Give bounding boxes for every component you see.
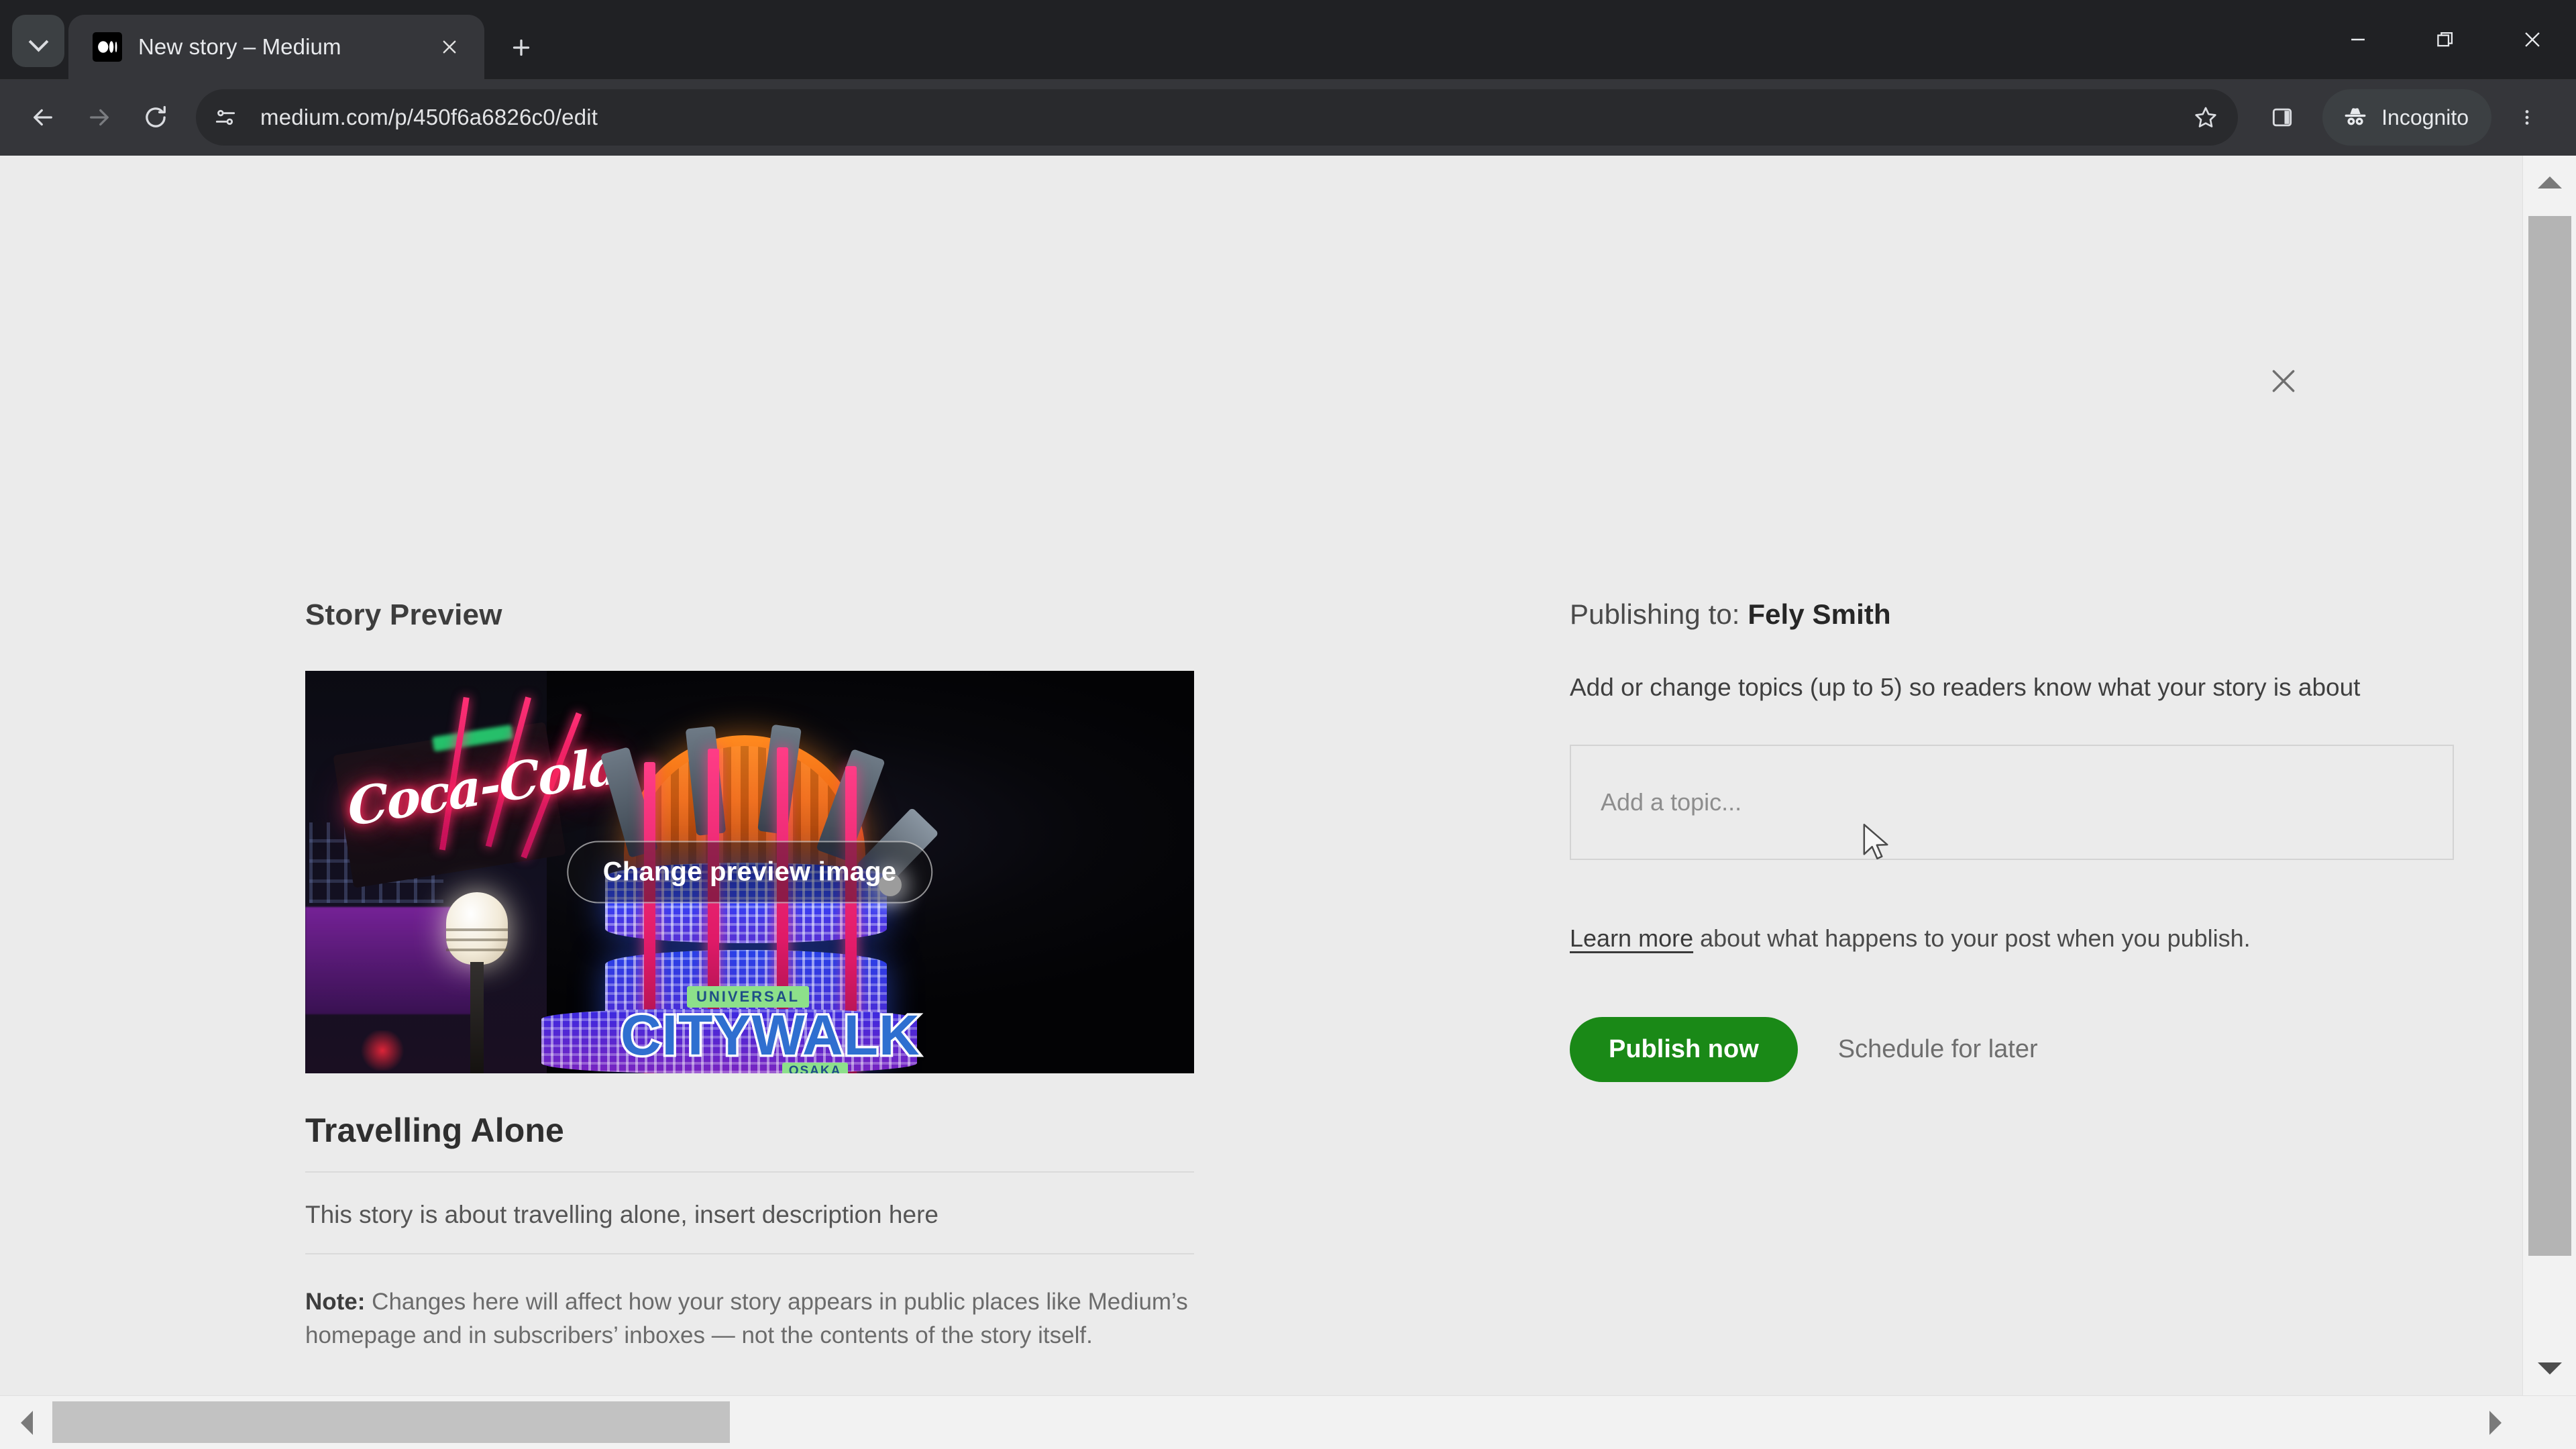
dialog-close-button[interactable] xyxy=(2259,357,2308,405)
osaka-label: OSAKA xyxy=(782,1062,849,1073)
close-icon xyxy=(2272,370,2295,392)
page-viewport: Story Preview Coca-Cola UNIVERSAL CITYWA… xyxy=(0,156,2576,1449)
reload-button[interactable] xyxy=(127,89,184,146)
street-lamp xyxy=(437,892,517,1073)
window-restore-button[interactable] xyxy=(2402,0,2489,79)
publication-name: Fely Smith xyxy=(1748,598,1891,630)
topics-help-text: Add or change topics (up to 5) so reader… xyxy=(1570,674,2361,701)
window-close-button[interactable] xyxy=(2489,0,2576,79)
side-panel-icon xyxy=(2273,108,2292,127)
publish-now-button[interactable]: Publish now xyxy=(1570,1016,1798,1082)
arrow-right-icon xyxy=(90,109,109,126)
publishing-to-line: Publishing to: Fely Smith xyxy=(1570,598,2462,631)
address-bar[interactable]: medium.com/p/450f6a6826c0/edit xyxy=(196,89,2239,146)
horizontal-scroll-thumb[interactable] xyxy=(52,1401,730,1443)
browser-window: New story – Medium medium.com/p/450f6a68… xyxy=(0,0,2576,1449)
learn-more-link[interactable]: Learn more xyxy=(1570,924,1693,952)
forward-button[interactable] xyxy=(71,89,127,146)
preview-image[interactable]: Coca-Cola UNIVERSAL CITYWALK OSAKA Chang… xyxy=(305,671,1194,1073)
window-controls xyxy=(2314,0,2576,79)
lamp-post xyxy=(470,962,484,1073)
window-minimize-button[interactable] xyxy=(2314,0,2402,79)
change-preview-image-button[interactable]: Change preview image xyxy=(566,841,933,904)
note-text: Note: Changes here will affect how your … xyxy=(305,1285,1194,1352)
triangle-left-icon xyxy=(21,1411,33,1435)
minimize-icon xyxy=(2351,38,2365,41)
scroll-down-button[interactable] xyxy=(2523,1342,2576,1395)
publish-settings-dialog: Story Preview Coca-Cola UNIVERSAL CITYWA… xyxy=(0,156,2522,1403)
incognito-indicator[interactable]: Incognito xyxy=(2322,89,2491,146)
incognito-label: Incognito xyxy=(2381,105,2469,129)
vertical-scrollbar[interactable] xyxy=(2522,156,2576,1449)
omnibox-actions xyxy=(2180,92,2231,143)
triangle-right-icon xyxy=(2489,1411,2502,1435)
lamp-globe xyxy=(446,892,508,965)
tab-title: New story – Medium xyxy=(138,34,341,59)
browser-tab-active[interactable]: New story – Medium xyxy=(68,15,484,79)
medium-logo-icon xyxy=(93,32,122,62)
reload-icon xyxy=(146,105,166,127)
publishing-to-prefix: Publishing to: xyxy=(1570,598,1748,630)
schedule-for-later-button[interactable]: Schedule for later xyxy=(1838,1035,2038,1064)
tab-strip: New story – Medium xyxy=(0,0,2576,79)
new-tab-button[interactable] xyxy=(498,24,545,71)
triangle-down-icon xyxy=(2538,1362,2562,1375)
chrome-menu-button[interactable] xyxy=(2501,91,2553,144)
tab-search-button[interactable] xyxy=(12,15,64,67)
learn-more-rest: about what happens to your post when you… xyxy=(1693,924,2251,952)
publish-options-column: Publishing to: Fely Smith Add or change … xyxy=(1570,598,2462,1352)
citywalk-sign: UNIVERSAL CITYWALK OSAKA xyxy=(619,986,922,1073)
story-title-field[interactable]: Travelling Alone xyxy=(305,1111,1194,1173)
horizontal-scrollbar[interactable] xyxy=(0,1395,2576,1449)
bookmark-star-icon[interactable] xyxy=(2180,92,2231,143)
note-label: Note: xyxy=(305,1289,366,1315)
browser-toolbar: medium.com/p/450f6a6826c0/edit Incognito xyxy=(0,79,2576,156)
red-light-blob xyxy=(359,1030,406,1071)
restore-icon xyxy=(2437,32,2453,47)
story-preview-column: Story Preview Coca-Cola UNIVERSAL CITYWA… xyxy=(305,598,1194,1352)
tab-close-icon[interactable] xyxy=(432,30,467,64)
learn-more-row: Learn more about what happens to your po… xyxy=(1570,924,2462,953)
incognito-icon xyxy=(2345,108,2366,125)
note-body: Changes here will affect how your story … xyxy=(305,1289,1188,1348)
vertical-scroll-thumb[interactable] xyxy=(2528,216,2571,1256)
chevron-down-icon xyxy=(30,32,47,50)
url-text[interactable]: medium.com/p/450f6a6826c0/edit xyxy=(260,105,2180,130)
story-preview-heading: Story Preview xyxy=(305,598,502,631)
topic-placeholder: Add a topic... xyxy=(1601,788,1742,816)
arrow-left-icon xyxy=(34,109,52,126)
plus-icon xyxy=(513,39,530,56)
side-panel-button[interactable] xyxy=(2255,91,2309,144)
site-settings-icon[interactable] xyxy=(201,93,250,142)
topic-input[interactable]: Add a topic... xyxy=(1570,744,2454,860)
close-icon xyxy=(2525,32,2540,47)
more-vertical-icon xyxy=(2525,110,2529,125)
scroll-right-button[interactable] xyxy=(2469,1396,2522,1449)
dialog-columns: Story Preview Coca-Cola UNIVERSAL CITYWA… xyxy=(305,598,2462,1352)
publish-actions: Publish now Schedule for later xyxy=(1570,1016,2462,1082)
scroll-up-button[interactable] xyxy=(2523,156,2576,209)
citywalk-label: CITYWALK xyxy=(619,1004,922,1067)
story-description-field[interactable]: This story is about travelling alone, in… xyxy=(305,1201,1194,1254)
scroll-left-button[interactable] xyxy=(0,1396,54,1449)
triangle-up-icon xyxy=(2538,176,2562,189)
back-button[interactable] xyxy=(15,89,71,146)
